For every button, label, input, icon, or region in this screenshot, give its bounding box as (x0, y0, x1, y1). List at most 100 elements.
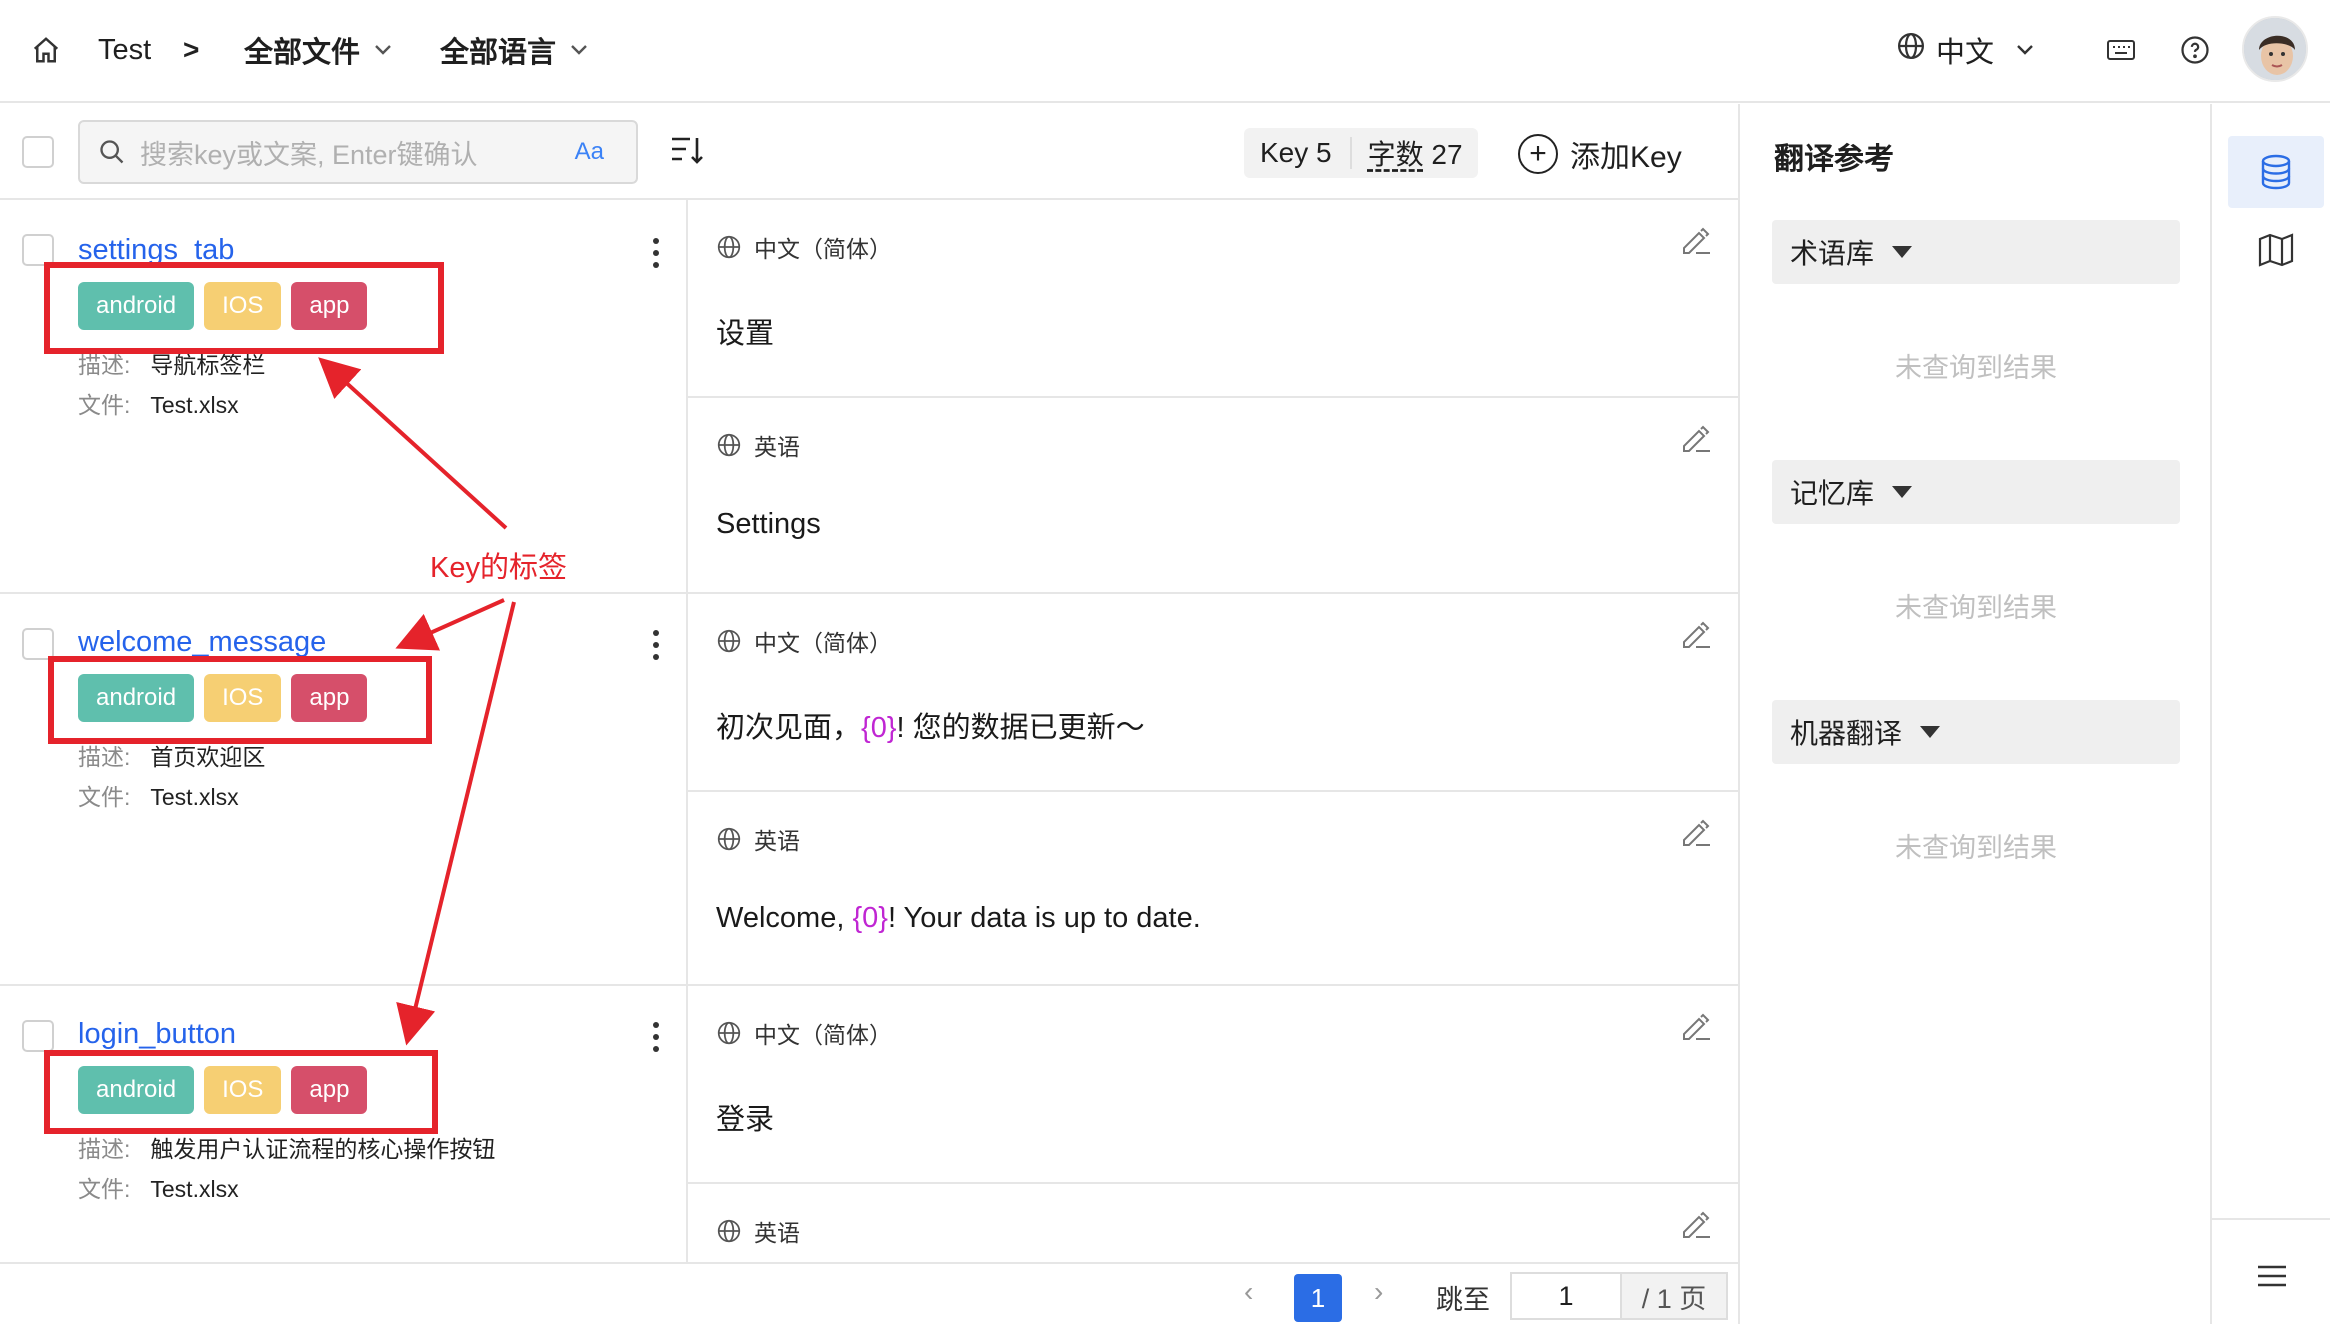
jump-to-label: 跳至 (1436, 1285, 1490, 1315)
translation-en[interactable]: 英语 Welcome, {0}! Your data is up to date… (688, 790, 1738, 986)
files-filter-label: 全部文件 (244, 37, 361, 69)
page-1-button[interactable]: 1 (1294, 1274, 1342, 1322)
search-input[interactable]: 搜索key或文案, Enter键确认 Aa (78, 120, 638, 184)
translation-text[interactable]: 登录 (716, 1096, 774, 1138)
panel-title: 翻译参考 (1774, 143, 1894, 176)
language-filter-dropdown[interactable]: 全部语言 (440, 0, 588, 100)
key-name-link[interactable]: settings_tab (78, 234, 234, 267)
edit-icon[interactable] (1680, 818, 1712, 853)
more-options-icon[interactable] (650, 238, 662, 274)
globe-icon (717, 1021, 741, 1045)
globe-icon (717, 1219, 741, 1243)
map-icon[interactable] (2228, 220, 2324, 280)
ui-language-label: 中文 (1936, 37, 1995, 69)
tag-app[interactable]: app (291, 1066, 368, 1114)
edit-icon[interactable] (1680, 1012, 1712, 1047)
add-key-button[interactable]: + 添加Key (1518, 130, 1682, 178)
total-pages: / 1 页 (1620, 1272, 1728, 1320)
database-icon[interactable] (2228, 136, 2324, 208)
key-description: 描述: 触发用户认证流程的核心操作按钮 (78, 1136, 496, 1162)
chevron-down-icon (2016, 40, 2034, 61)
caret-down-icon (1892, 486, 1913, 498)
memory-dropdown[interactable]: 记忆库 (1772, 460, 2180, 524)
placeholder-variable: {0} (852, 902, 888, 934)
top-bar: Test > 全部文件 全部语言 中文 (0, 0, 2330, 103)
language-label: 英语 (716, 822, 800, 856)
files-filter-dropdown[interactable]: 全部文件 (244, 0, 392, 100)
tag-android[interactable]: android (78, 282, 195, 330)
ui-language-switcher[interactable]: 中文 (1896, 0, 2034, 100)
side-rail (2210, 104, 2330, 1324)
edit-icon[interactable] (1680, 226, 1712, 261)
chevron-down-icon (374, 40, 392, 61)
key-tags: android IOS app (78, 674, 368, 722)
key-info: login_button android IOS app 描述: 触发用户认证流程… (0, 986, 688, 1262)
edit-icon[interactable] (1680, 620, 1712, 655)
key-file: 文件: Test.xlsx (78, 1176, 239, 1202)
sort-icon[interactable] (670, 134, 704, 171)
translation-zh[interactable]: 中文（简体） 初次见面，{0}! 您的数据已更新～ (688, 594, 1738, 790)
search-placeholder: 搜索key或文案, Enter键确认 (140, 139, 478, 170)
more-options-icon[interactable] (650, 630, 662, 666)
edit-icon[interactable] (1680, 1210, 1712, 1245)
next-page-button[interactable]: › (1374, 1276, 1383, 1308)
translation-text[interactable]: 初次见面，{0}! 您的数据已更新～ (716, 704, 1145, 746)
prev-page-button[interactable]: ‹ (1244, 1276, 1253, 1308)
key-count: Key 5 (1244, 137, 1352, 169)
key-checkbox[interactable] (22, 234, 54, 266)
tag-android[interactable]: android (78, 674, 195, 722)
language-label: 中文（简体） (716, 230, 892, 264)
translation-text[interactable]: Welcome, {0}! Your data is up to date. (716, 902, 1201, 935)
jump-page-input[interactable]: 1 (1510, 1272, 1620, 1320)
machine-translation-dropdown[interactable]: 机器翻译 (1772, 700, 2180, 764)
tag-android[interactable]: android (78, 1066, 195, 1114)
tag-ios[interactable]: IOS (204, 1066, 282, 1114)
key-name-link[interactable]: login_button (78, 1018, 236, 1051)
select-all-checkbox[interactable] (22, 136, 54, 168)
help-icon[interactable] (2178, 0, 2212, 100)
key-info: welcome_message android IOS app 描述: 首页欢迎区… (0, 594, 688, 984)
globe-icon (717, 235, 741, 259)
placeholder-variable: {0} (861, 712, 897, 744)
breadcrumb-project[interactable]: Test (98, 0, 151, 100)
key-description: 描述: 首页欢迎区 (78, 744, 266, 770)
search-icon (98, 138, 126, 166)
tag-ios[interactable]: IOS (204, 674, 282, 722)
key-description: 描述: 导航标签栏 (78, 352, 266, 378)
key-name-link[interactable]: welcome_message (78, 626, 326, 659)
breadcrumb-separator-icon: > (183, 34, 200, 65)
globe-icon (717, 433, 741, 457)
translation-zh[interactable]: 中文（简体） 登录 (688, 986, 1738, 1182)
avatar[interactable] (2242, 16, 2308, 82)
add-key-label: 添加Key (1570, 141, 1682, 174)
key-checkbox[interactable] (22, 1020, 54, 1052)
menu-icon[interactable] (2256, 1264, 2288, 1293)
keyboard-icon[interactable] (2104, 0, 2138, 100)
word-count: 字数 27 (1367, 139, 1463, 170)
more-options-icon[interactable] (650, 1022, 662, 1058)
language-filter-label: 全部语言 (440, 37, 557, 69)
translation-en[interactable]: 英语 (688, 1182, 1738, 1262)
edit-icon[interactable] (1680, 424, 1712, 459)
glossary-dropdown[interactable]: 术语库 (1772, 220, 2180, 284)
caret-down-icon (1920, 726, 1941, 738)
translation-text[interactable]: Settings (716, 508, 821, 541)
pagination: ‹ 1 › 跳至 1 / 1 页 (0, 1262, 1738, 1324)
key-checkbox[interactable] (22, 628, 54, 660)
key-row: welcome_message android IOS app 描述: 首页欢迎区… (0, 594, 1738, 986)
globe-icon (717, 629, 741, 653)
glossary-empty: 未查询到结果 (1895, 353, 2057, 383)
key-tags: android IOS app (78, 282, 368, 330)
tag-app[interactable]: app (291, 282, 368, 330)
tag-ios[interactable]: IOS (204, 282, 282, 330)
language-label: 英语 (716, 428, 800, 462)
translation-zh[interactable]: 中文（简体） 设置 (688, 200, 1738, 396)
language-label: 中文（简体） (716, 1016, 892, 1050)
match-case-toggle[interactable]: Aa (575, 138, 604, 166)
translation-text[interactable]: 设置 (716, 310, 774, 352)
tag-app[interactable]: app (291, 674, 368, 722)
caret-down-icon (1892, 246, 1913, 258)
translation-en[interactable]: 英语 Settings (688, 396, 1738, 592)
home-icon[interactable] (26, 0, 66, 100)
key-info: settings_tab android IOS app 描述: 导航标签栏 文件… (0, 200, 688, 592)
